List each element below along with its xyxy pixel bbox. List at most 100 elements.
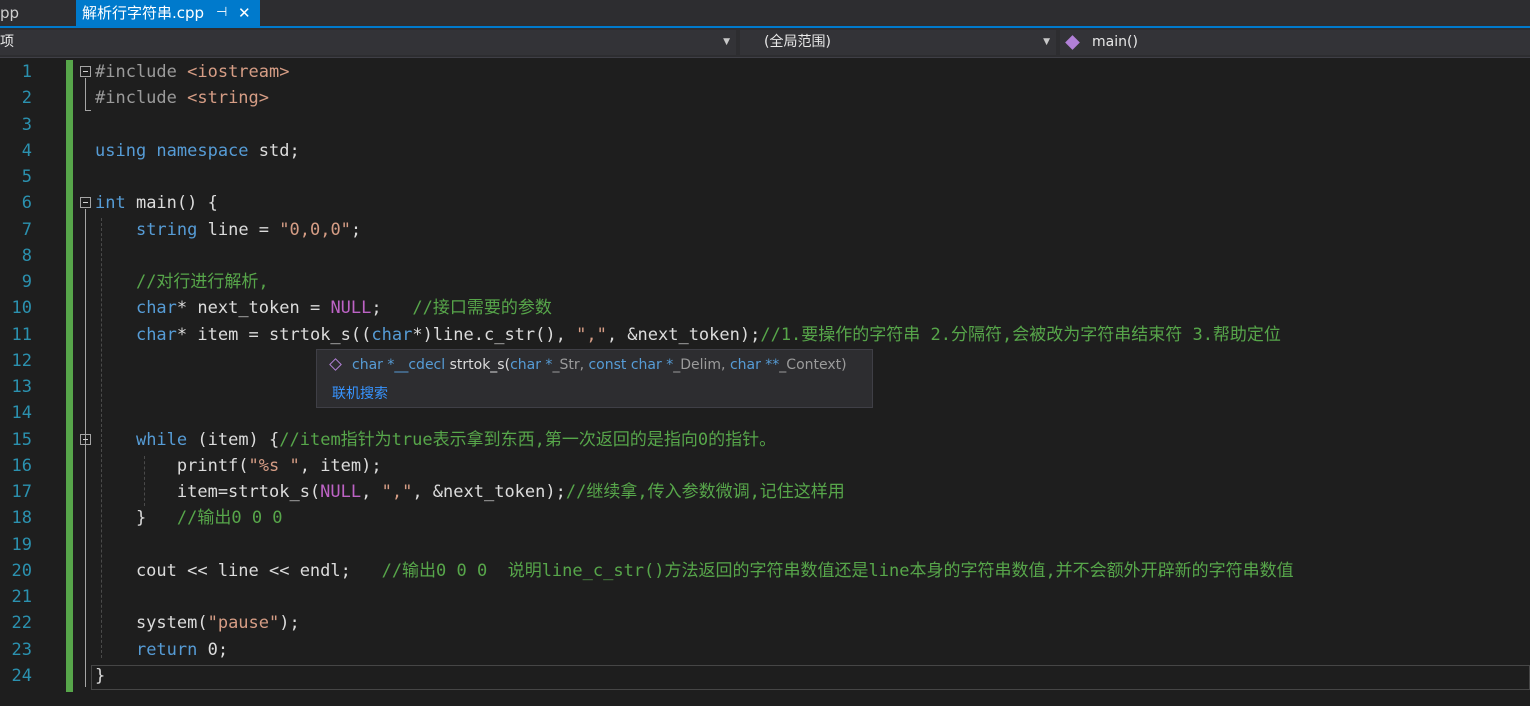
fold-collapse-icon[interactable]: [80, 66, 91, 77]
member-combo-value: main(): [1092, 34, 1138, 50]
code-token: char: [371, 324, 413, 345]
code-line: }: [95, 663, 105, 689]
line-number-gutter: 1 2 3 4 5 6 7 8 9 10 11 12 13 14 15 16 17 18 19 20 21 22 23 24: [0, 58, 66, 706]
code-token: #include: [95, 88, 188, 109]
code-line: //对行进行解析,: [95, 269, 269, 295]
line-number: 3: [21, 114, 32, 135]
chevron-down-icon: ▼: [723, 37, 730, 47]
line-number: 19: [11, 534, 32, 555]
line-number: 1: [21, 62, 32, 82]
line-number: 22: [11, 613, 32, 634]
code-token: #include: [95, 62, 188, 82]
chevron-down-icon: ▼: [1043, 37, 1050, 47]
scope-combo[interactable]: (全局范围) ▼: [740, 30, 1056, 55]
code-token: ",": [576, 324, 607, 345]
code-token: std;: [258, 140, 300, 161]
code-line: cout << line << endl; //输出0 0 0 说明line_c…: [95, 558, 1294, 584]
code-token: }: [95, 508, 177, 529]
code-line: int main() {: [95, 190, 218, 216]
code-token: using namespace: [95, 140, 259, 161]
code-token: string: [135, 219, 198, 240]
close-icon[interactable]: ✕: [238, 0, 251, 26]
sig-param-name: _Context): [779, 357, 847, 373]
current-line-highlight: [91, 665, 1530, 690]
code-token: //对行进行解析,: [135, 272, 269, 292]
code-line: char* item = strtok_s((char*)line.c_str(…: [95, 322, 1281, 348]
code-token: while: [135, 429, 188, 450]
code-line: string line = "0,0,0";: [95, 217, 361, 243]
code-token: *)line.c_str(),: [412, 324, 577, 345]
line-number: 11: [11, 324, 32, 345]
code-line: while (item) {//item指针为true表示拿到东西,第一次返回的…: [95, 427, 776, 453]
project-combo[interactable]: 项 ▼: [0, 30, 736, 55]
line-number: 20: [11, 560, 32, 581]
project-combo-value: 项: [0, 34, 14, 50]
sig-function-name: strtok_s(: [445, 357, 511, 373]
sig-param-type: const char *: [588, 357, 674, 373]
code-token: , item);: [299, 455, 382, 476]
line-number: 5: [21, 167, 32, 187]
fold-collapse-icon[interactable]: [80, 434, 91, 445]
member-combo[interactable]: main(): [1060, 30, 1530, 55]
line-number: 15: [11, 429, 32, 450]
code-token: * next_token =: [176, 298, 331, 319]
line-number: 23: [11, 639, 32, 660]
fold-line-end: [85, 110, 91, 111]
code-token: printf(: [95, 455, 249, 476]
method-icon: [1065, 35, 1080, 50]
line-number: 7: [21, 219, 32, 240]
code-line: char* next_token = NULL; //接口需要的参数: [95, 295, 552, 321]
line-number: 21: [11, 587, 32, 607]
code-token: item=strtok_s(: [95, 482, 321, 502]
code-token: , &next_token);: [606, 324, 761, 345]
code-line: #include <string>: [95, 85, 269, 111]
quick-info-tooltip: char *__cdecl strtok_s(char *_Str, const…: [316, 349, 873, 408]
code-token: NULL: [330, 298, 372, 319]
function-signature: char *__cdecl strtok_s(char *_Str, const…: [329, 357, 847, 373]
code-token: //1.要操作的字符串 2.分隔符,会被改为字符串结束符 3.帮助定位: [760, 324, 1281, 345]
code-line: return 0;: [95, 637, 228, 663]
code-token: //输出0 0 0: [176, 508, 283, 529]
navigation-bar: 项 ▼ (全局范围) ▼ main(): [0, 28, 1530, 58]
code-line: item=strtok_s(NULL, ",", &next_token);//…: [95, 479, 845, 505]
sig-calling-convention: __cdecl: [394, 357, 446, 373]
code-token: //继续拿,传入参数微调,记住这样用: [565, 482, 845, 502]
line-number: 13: [11, 377, 32, 397]
code-token: <iostream>: [187, 62, 290, 82]
tab-bar: pp 解析行字符串.cpp ⊣ ✕: [0, 0, 1530, 26]
online-search-link[interactable]: 联机搜索: [332, 383, 388, 403]
change-tracking-bar: [66, 60, 73, 692]
code-line: printf("%s ", item);: [95, 453, 382, 479]
tab-active-file[interactable]: 解析行字符串.cpp ⊣ ✕: [76, 0, 260, 26]
pin-icon[interactable]: ⊣: [216, 0, 227, 26]
tab-active-label: 解析行字符串.cpp: [82, 4, 205, 22]
code-token: "%s ": [248, 455, 300, 476]
line-number: 6: [21, 193, 32, 214]
code-token: ;: [350, 219, 362, 240]
code-token: int: [95, 193, 126, 214]
code-line: using namespace std;: [95, 138, 300, 164]
fold-collapse-icon[interactable]: [80, 197, 91, 208]
code-token: ;: [371, 298, 413, 319]
code-token: ",": [381, 482, 413, 502]
sig-param-name: _Delim,: [673, 357, 730, 373]
code-token: * item = strtok_s((: [176, 324, 372, 345]
code-token: return: [135, 639, 198, 660]
code-token: 0;: [197, 639, 229, 660]
line-number: 14: [11, 403, 32, 424]
code-token: "pause": [207, 613, 280, 634]
code-line: } //输出0 0 0: [95, 505, 283, 531]
sig-return-type: char *: [352, 357, 395, 373]
line-number: 12: [11, 350, 32, 371]
sig-param-type: char **: [729, 357, 780, 373]
line-number: 2: [21, 88, 32, 109]
code-token: , &next_token);: [412, 482, 566, 502]
code-line: #include <iostream>: [95, 59, 289, 85]
code-token: (item) {: [187, 429, 280, 450]
tab-previous-file[interactable]: pp: [0, 0, 19, 26]
